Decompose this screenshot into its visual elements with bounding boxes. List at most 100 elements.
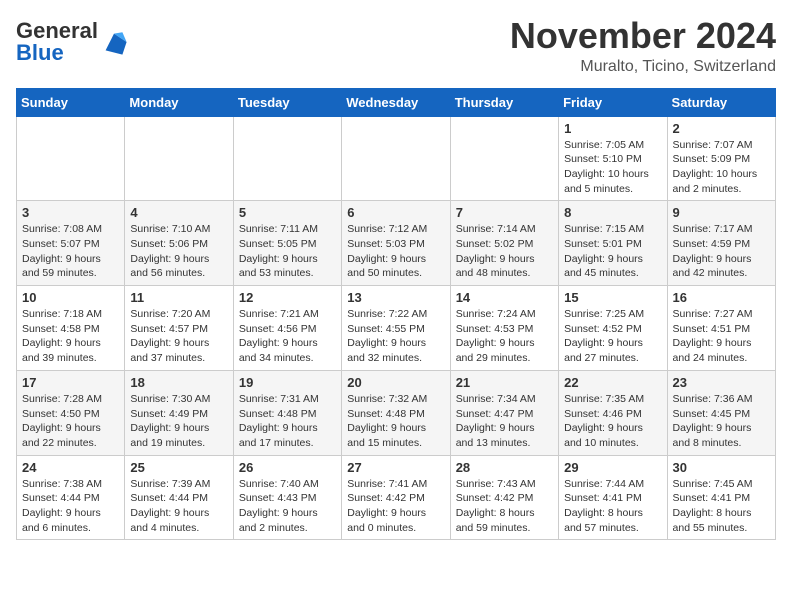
day-number: 4: [130, 205, 227, 220]
weekday-tuesday: Tuesday: [233, 88, 341, 116]
day-number: 27: [347, 460, 444, 475]
calendar-cell: 8 Sunrise: 7:15 AM Sunset: 5:01 PM Daylig…: [559, 201, 667, 286]
calendar-cell: [233, 116, 341, 201]
calendar-cell: 26 Sunrise: 7:40 AM Sunset: 4:43 PM Dayli…: [233, 455, 341, 540]
calendar-cell: 6Sunrise: 7:12 AM Sunset: 5:03 PM Daylig…: [342, 201, 450, 286]
day-info: Sunrise: 7:20 AM Sunset: 4:57 PM Dayligh…: [130, 307, 227, 366]
day-number: 6: [347, 205, 444, 220]
weekday-header-row: SundayMondayTuesdayWednesdayThursdayFrid…: [17, 88, 776, 116]
calendar-cell: 5 Sunrise: 7:11 AM Sunset: 5:05 PM Daylig…: [233, 201, 341, 286]
day-info: Sunrise: 7:28 AM Sunset: 4:50 PM Dayligh…: [22, 392, 119, 451]
day-info: Sunrise: 7:32 AM Sunset: 4:48 PM Dayligh…: [347, 392, 444, 451]
header: General Blue November 2024 Muralto, Tici…: [16, 16, 776, 76]
calendar-cell: 28Sunrise: 7:43 AM Sunset: 4:42 PM Dayli…: [450, 455, 558, 540]
day-info: Sunrise: 7:36 AM Sunset: 4:45 PM Dayligh…: [673, 392, 770, 451]
day-number: 5: [239, 205, 336, 220]
weekday-wednesday: Wednesday: [342, 88, 450, 116]
calendar-cell: [17, 116, 125, 201]
calendar-cell: 16 Sunrise: 7:27 AM Sunset: 4:51 PM Dayli…: [667, 286, 775, 371]
calendar-cell: 4Sunrise: 7:10 AM Sunset: 5:06 PM Daylig…: [125, 201, 233, 286]
day-number: 10: [22, 290, 119, 305]
calendar-cell: 29Sunrise: 7:44 AM Sunset: 4:41 PM Dayli…: [559, 455, 667, 540]
day-info: Sunrise: 7:11 AM Sunset: 5:05 PM Dayligh…: [239, 222, 336, 281]
calendar-cell: 21 Sunrise: 7:34 AM Sunset: 4:47 PM Dayli…: [450, 370, 558, 455]
calendar-cell: [342, 116, 450, 201]
calendar-cell: 9Sunrise: 7:17 AM Sunset: 4:59 PM Daylig…: [667, 201, 775, 286]
calendar-body: 1Sunrise: 7:05 AM Sunset: 5:10 PM Daylig…: [17, 116, 776, 540]
day-info: Sunrise: 7:15 AM Sunset: 5:01 PM Dayligh…: [564, 222, 661, 281]
day-number: 26: [239, 460, 336, 475]
calendar-cell: 19 Sunrise: 7:31 AM Sunset: 4:48 PM Dayli…: [233, 370, 341, 455]
calendar-week-3: 10 Sunrise: 7:18 AM Sunset: 4:58 PM Dayli…: [17, 286, 776, 371]
calendar-cell: 13 Sunrise: 7:22 AM Sunset: 4:55 PM Dayli…: [342, 286, 450, 371]
calendar-cell: 23 Sunrise: 7:36 AM Sunset: 4:45 PM Dayli…: [667, 370, 775, 455]
calendar-header: SundayMondayTuesdayWednesdayThursdayFrid…: [17, 88, 776, 116]
day-info: Sunrise: 7:30 AM Sunset: 4:49 PM Dayligh…: [130, 392, 227, 451]
calendar-cell: 15 Sunrise: 7:25 AM Sunset: 4:52 PM Dayli…: [559, 286, 667, 371]
day-number: 2: [673, 121, 770, 136]
day-number: 16: [673, 290, 770, 305]
logo: General Blue: [16, 20, 128, 64]
day-number: 18: [130, 375, 227, 390]
calendar-cell: [450, 116, 558, 201]
calendar-cell: 7Sunrise: 7:14 AM Sunset: 5:02 PM Daylig…: [450, 201, 558, 286]
day-number: 7: [456, 205, 553, 220]
logo-icon: [100, 28, 128, 56]
calendar-cell: 20Sunrise: 7:32 AM Sunset: 4:48 PM Dayli…: [342, 370, 450, 455]
weekday-saturday: Saturday: [667, 88, 775, 116]
day-info: Sunrise: 7:40 AM Sunset: 4:43 PM Dayligh…: [239, 477, 336, 536]
day-number: 13: [347, 290, 444, 305]
calendar-week-4: 17Sunrise: 7:28 AM Sunset: 4:50 PM Dayli…: [17, 370, 776, 455]
day-info: Sunrise: 7:44 AM Sunset: 4:41 PM Dayligh…: [564, 477, 661, 536]
calendar-week-2: 3 Sunrise: 7:08 AM Sunset: 5:07 PM Daylig…: [17, 201, 776, 286]
day-number: 23: [673, 375, 770, 390]
day-number: 30: [673, 460, 770, 475]
calendar-week-5: 24 Sunrise: 7:38 AM Sunset: 4:44 PM Dayli…: [17, 455, 776, 540]
day-info: Sunrise: 7:34 AM Sunset: 4:47 PM Dayligh…: [456, 392, 553, 451]
day-number: 8: [564, 205, 661, 220]
day-number: 15: [564, 290, 661, 305]
day-info: Sunrise: 7:25 AM Sunset: 4:52 PM Dayligh…: [564, 307, 661, 366]
calendar-week-1: 1Sunrise: 7:05 AM Sunset: 5:10 PM Daylig…: [17, 116, 776, 201]
day-number: 12: [239, 290, 336, 305]
day-info: Sunrise: 7:18 AM Sunset: 4:58 PM Dayligh…: [22, 307, 119, 366]
location: Muralto, Ticino, Switzerland: [510, 58, 776, 76]
day-number: 14: [456, 290, 553, 305]
day-info: Sunrise: 7:31 AM Sunset: 4:48 PM Dayligh…: [239, 392, 336, 451]
day-number: 25: [130, 460, 227, 475]
day-info: Sunrise: 7:27 AM Sunset: 4:51 PM Dayligh…: [673, 307, 770, 366]
weekday-sunday: Sunday: [17, 88, 125, 116]
day-info: Sunrise: 7:22 AM Sunset: 4:55 PM Dayligh…: [347, 307, 444, 366]
calendar-cell: 3 Sunrise: 7:08 AM Sunset: 5:07 PM Daylig…: [17, 201, 125, 286]
day-info: Sunrise: 7:08 AM Sunset: 5:07 PM Dayligh…: [22, 222, 119, 281]
title-area: November 2024 Muralto, Ticino, Switzerla…: [510, 16, 776, 76]
day-info: Sunrise: 7:41 AM Sunset: 4:42 PM Dayligh…: [347, 477, 444, 536]
calendar-cell: 1Sunrise: 7:05 AM Sunset: 5:10 PM Daylig…: [559, 116, 667, 201]
day-number: 3: [22, 205, 119, 220]
day-info: Sunrise: 7:45 AM Sunset: 4:41 PM Dayligh…: [673, 477, 770, 536]
calendar-cell: 27 Sunrise: 7:41 AM Sunset: 4:42 PM Dayli…: [342, 455, 450, 540]
day-info: Sunrise: 7:05 AM Sunset: 5:10 PM Dayligh…: [564, 138, 661, 197]
calendar-cell: 24 Sunrise: 7:38 AM Sunset: 4:44 PM Dayli…: [17, 455, 125, 540]
day-info: Sunrise: 7:07 AM Sunset: 5:09 PM Dayligh…: [673, 138, 770, 197]
day-number: 22: [564, 375, 661, 390]
calendar-cell: 25 Sunrise: 7:39 AM Sunset: 4:44 PM Dayli…: [125, 455, 233, 540]
calendar-cell: 22Sunrise: 7:35 AM Sunset: 4:46 PM Dayli…: [559, 370, 667, 455]
calendar-cell: 10 Sunrise: 7:18 AM Sunset: 4:58 PM Dayli…: [17, 286, 125, 371]
calendar-cell: 18 Sunrise: 7:30 AM Sunset: 4:49 PM Dayli…: [125, 370, 233, 455]
day-number: 24: [22, 460, 119, 475]
calendar-cell: [125, 116, 233, 201]
weekday-thursday: Thursday: [450, 88, 558, 116]
calendar-table: SundayMondayTuesdayWednesdayThursdayFrid…: [16, 88, 776, 541]
calendar-cell: 2 Sunrise: 7:07 AM Sunset: 5:09 PM Daylig…: [667, 116, 775, 201]
day-info: Sunrise: 7:24 AM Sunset: 4:53 PM Dayligh…: [456, 307, 553, 366]
day-info: Sunrise: 7:39 AM Sunset: 4:44 PM Dayligh…: [130, 477, 227, 536]
weekday-monday: Monday: [125, 88, 233, 116]
day-number: 11: [130, 290, 227, 305]
day-info: Sunrise: 7:38 AM Sunset: 4:44 PM Dayligh…: [22, 477, 119, 536]
day-number: 28: [456, 460, 553, 475]
day-number: 19: [239, 375, 336, 390]
month-title: November 2024: [510, 16, 776, 56]
calendar-cell: 14 Sunrise: 7:24 AM Sunset: 4:53 PM Dayli…: [450, 286, 558, 371]
day-number: 21: [456, 375, 553, 390]
